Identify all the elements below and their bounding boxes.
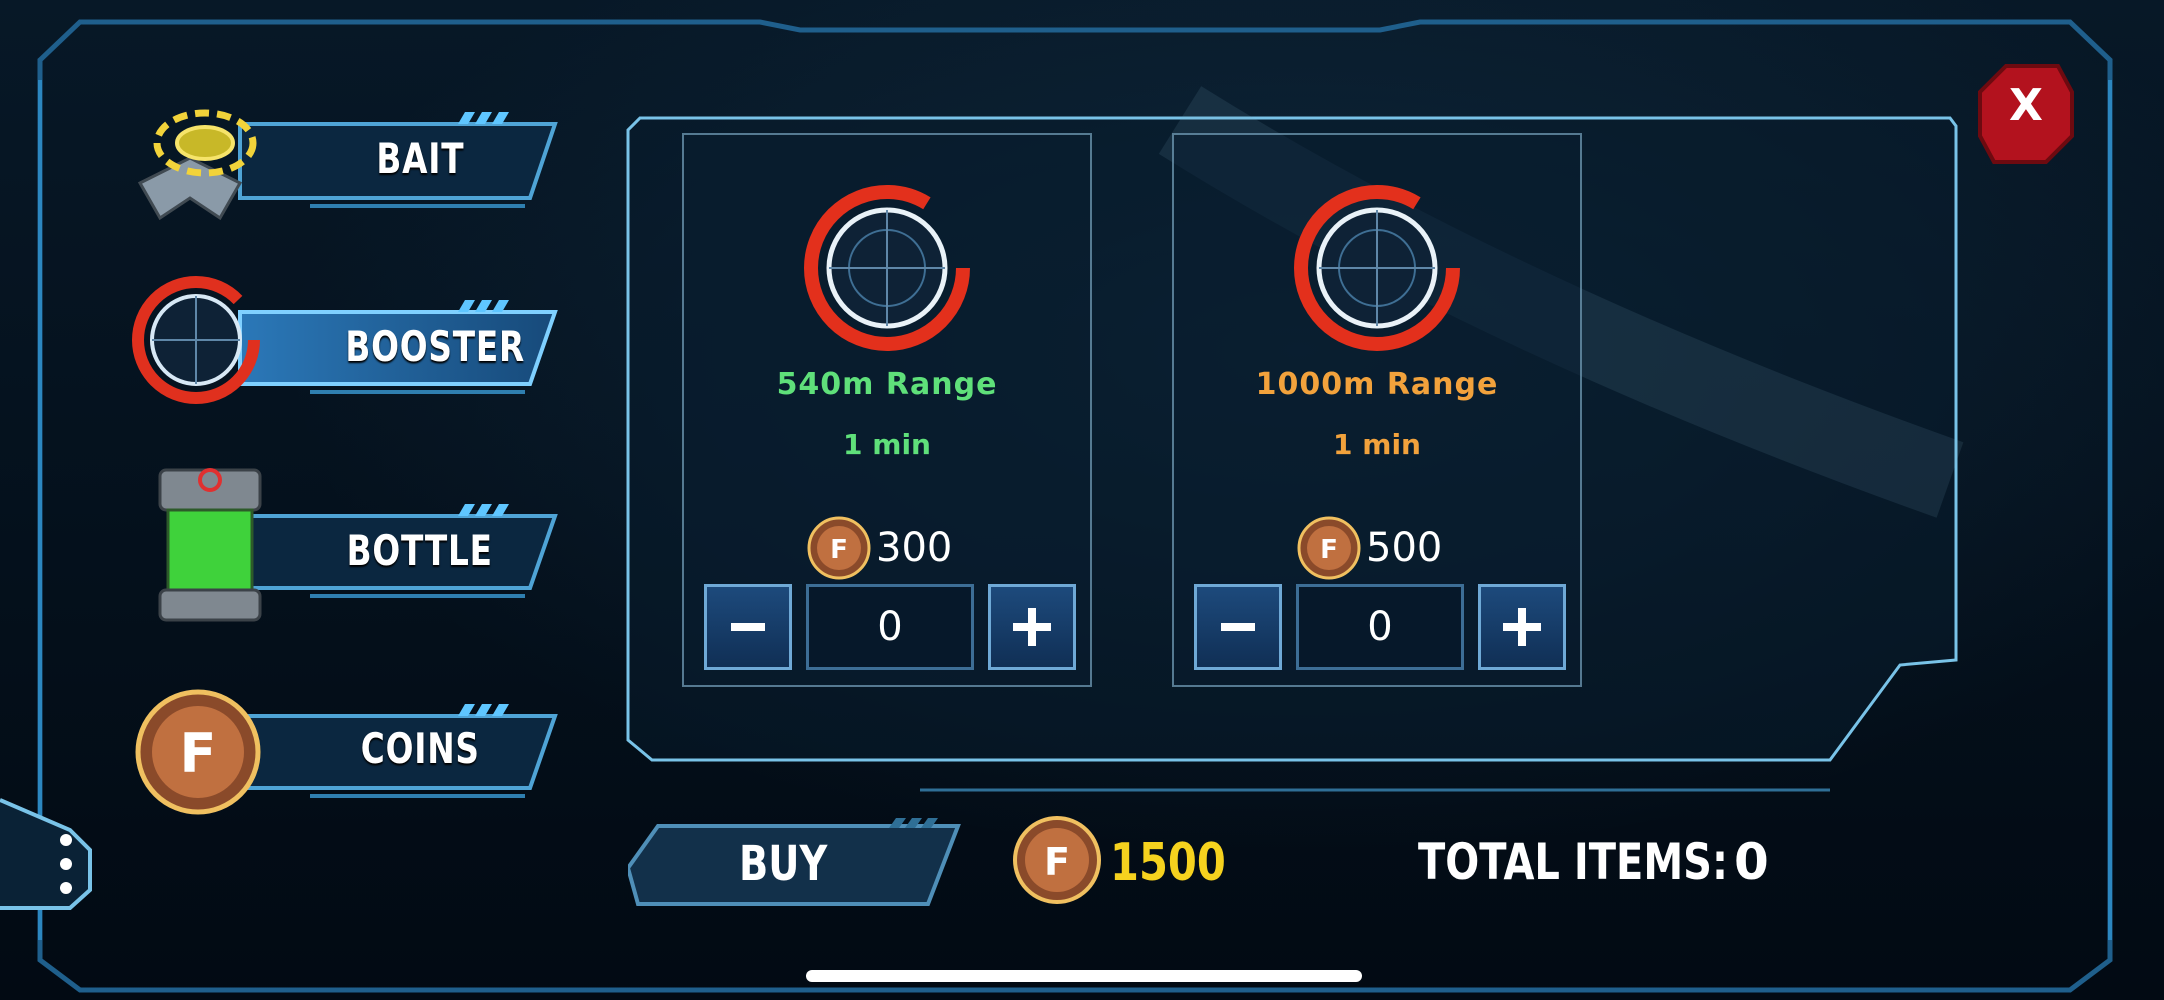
price-value: 500	[1366, 525, 1443, 571]
quantity-field[interactable]: 0	[1296, 584, 1464, 670]
duration-label: 1 min	[843, 428, 931, 461]
booster-range-icon	[1294, 185, 1460, 351]
sidebar-item-label: BOOSTER	[345, 322, 526, 371]
sidebar-item-bottle[interactable]: BOTTLE	[130, 468, 570, 622]
quantity-field[interactable]: 0	[806, 584, 974, 670]
sidebar-item-label: COINS	[360, 724, 480, 773]
buy-label: BUY	[738, 836, 828, 892]
price-row: F 500	[1174, 513, 1580, 583]
close-icon: X	[2009, 80, 2043, 131]
plus-icon	[1013, 608, 1051, 646]
coin-icon: F	[135, 689, 261, 815]
booster-card: 540m Range 1 min F 300 0	[682, 133, 1092, 687]
svg-text:F: F	[1044, 840, 1070, 884]
decrease-quantity-button[interactable]	[1194, 584, 1282, 670]
decrease-quantity-button[interactable]	[704, 584, 792, 670]
booster-range-icon	[132, 276, 260, 404]
sidebar-item-coins[interactable]: F COINS	[130, 680, 570, 820]
more-options-button[interactable]	[0, 790, 100, 910]
close-button[interactable]: X	[1978, 62, 2074, 166]
sidebar-item-bait[interactable]: BAIT	[130, 88, 570, 228]
minus-icon	[731, 623, 765, 631]
bottle-canister-icon	[158, 468, 262, 622]
buy-button[interactable]: BUY	[625, 818, 968, 914]
coin-balance: 1500	[1110, 833, 1226, 893]
total-items-value: 0	[1734, 833, 1769, 891]
increase-quantity-button[interactable]	[1478, 584, 1566, 670]
more-options-icon	[0, 798, 92, 910]
home-indicator[interactable]	[806, 970, 1362, 982]
range-label: 540m Range	[776, 367, 998, 402]
increase-quantity-button[interactable]	[988, 584, 1076, 670]
sidebar-item-label: BOTTLE	[346, 526, 494, 575]
duration-label: 1 min	[1333, 428, 1421, 461]
booster-card: 1000m Range 1 min F 500 0	[1172, 133, 1582, 687]
price-row: F 300	[684, 513, 1090, 583]
coin-icon: F	[1297, 516, 1361, 580]
svg-text:F: F	[180, 722, 217, 785]
plus-icon	[1503, 608, 1541, 646]
price-value: 300	[876, 525, 953, 571]
svg-text:F: F	[1320, 535, 1338, 565]
coin-icon: F	[807, 516, 871, 580]
coin-icon: F	[1013, 816, 1101, 904]
sidebar-item-label: BAIT	[376, 134, 464, 183]
bait-device-icon	[137, 109, 257, 221]
booster-range-icon	[804, 185, 970, 351]
svg-text:F: F	[830, 535, 848, 565]
range-label: 1000m Range	[1255, 367, 1499, 402]
sidebar-item-booster[interactable]: BOOSTER	[130, 272, 570, 412]
minus-icon	[1221, 623, 1255, 631]
